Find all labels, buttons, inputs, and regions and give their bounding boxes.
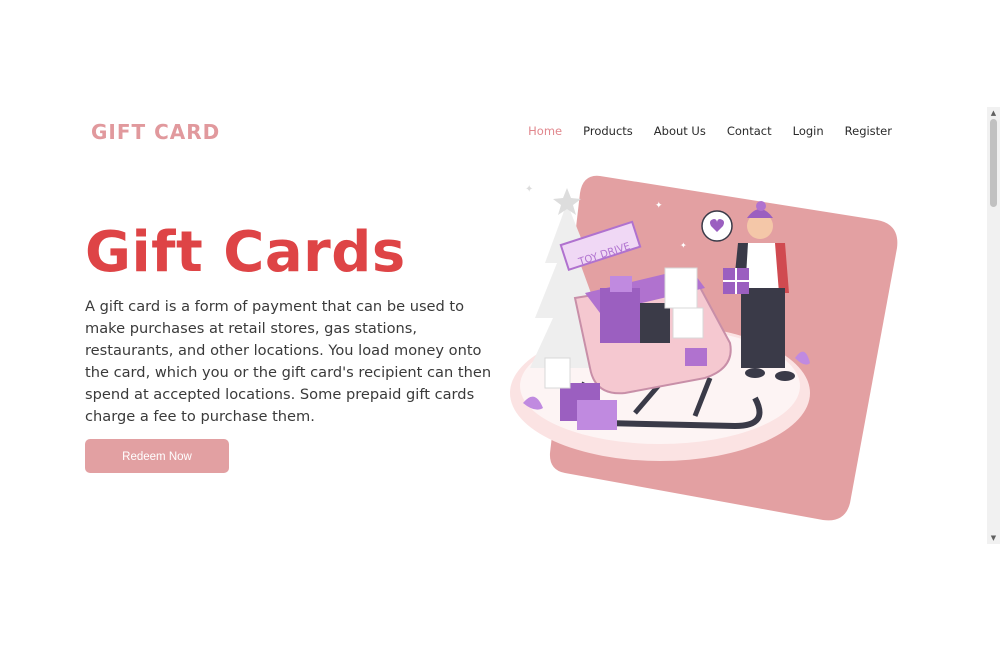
nav-login-link[interactable]: Login (793, 124, 824, 138)
nav-home-link[interactable]: Home (528, 124, 562, 138)
svg-text:✦: ✦ (775, 187, 782, 196)
redeem-now-button[interactable]: Redeem Now (85, 439, 229, 473)
hero-description: A gift card is a form of payment that ca… (85, 298, 492, 425)
hero-title: Gift Cards (85, 220, 406, 285)
scroll-up-arrow-icon[interactable]: ▲ (987, 107, 1000, 119)
sleigh-gifts-illustration: ✦ ✦ ✦ ✦ ✦ TOY DRIVE (510, 175, 898, 521)
svg-text:✦: ✦ (655, 201, 663, 211)
brand-logo[interactable]: GIFT CARD (91, 120, 220, 144)
scrollbar-thumb[interactable] (990, 119, 997, 207)
nav-products-link[interactable]: Products (583, 124, 633, 138)
scroll-down-arrow-icon[interactable]: ▼ (987, 532, 1000, 544)
nav-contact-link[interactable]: Contact (727, 124, 772, 138)
vertical-scrollbar[interactable]: ▲ ▼ (987, 107, 1000, 544)
main-nav: Home Products About Us Contact Login Reg… (507, 124, 892, 138)
svg-text:✦: ✦ (715, 187, 723, 197)
nav-about-link[interactable]: About Us (654, 124, 706, 138)
svg-text:✦: ✦ (525, 184, 533, 195)
nav-register-link[interactable]: Register (845, 124, 892, 138)
svg-text:✦: ✦ (680, 241, 687, 250)
